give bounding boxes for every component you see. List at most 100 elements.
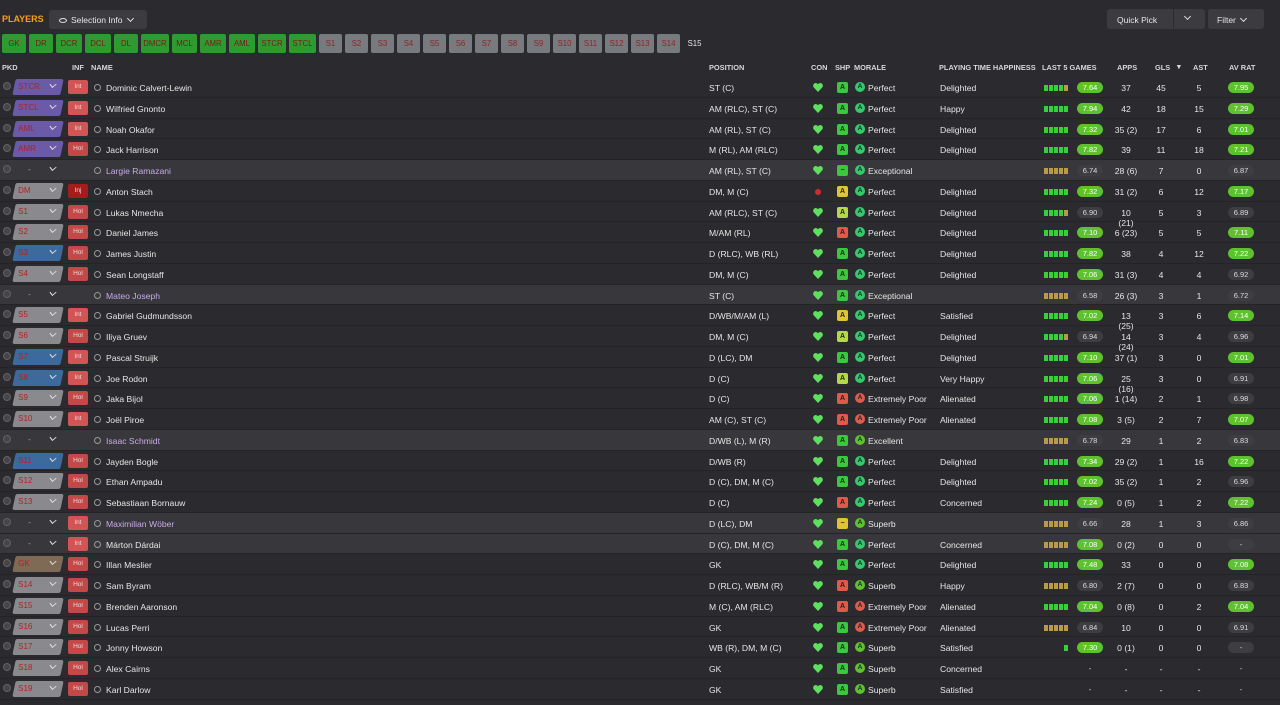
- tab-s15[interactable]: S15: [683, 34, 706, 53]
- pick-toggle[interactable]: [3, 123, 11, 132]
- pick-toggle[interactable]: [3, 663, 11, 671]
- pick-toggle[interactable]: [3, 331, 11, 339]
- selection-slot-dropdown[interactable]: -: [12, 536, 63, 552]
- table-row[interactable]: - Isaac Schmidt D/WB (L), M (R) A A Excellent…: [0, 429, 1280, 451]
- pick-toggle[interactable]: [3, 497, 11, 505]
- table-row[interactable]: S16 Hol Lucas Perri GK A A Extremely Poor Alien…: [0, 617, 1280, 638]
- selection-slot-dropdown[interactable]: S1: [12, 203, 64, 220]
- tab-dmcr[interactable]: DMCR: [141, 34, 169, 53]
- player-name[interactable]: Márton Dárdai: [106, 540, 160, 550]
- selection-slot-dropdown[interactable]: S13: [12, 494, 64, 510]
- tab-s4[interactable]: S4: [397, 34, 420, 53]
- col-inf[interactable]: INF: [72, 63, 84, 72]
- pick-toggle[interactable]: [3, 434, 11, 443]
- player-name[interactable]: Maximilian Wöber: [106, 519, 174, 529]
- filter-button[interactable]: Filter: [1208, 9, 1264, 29]
- tab-dr[interactable]: DR: [29, 34, 53, 53]
- selection-slot-dropdown[interactable]: S11: [12, 452, 64, 469]
- col-playing-time[interactable]: PLAYING TIME HAPPINESS: [939, 63, 1036, 72]
- table-row[interactable]: STCR Int Dominic Calvert-Lewin ST (C) A A Perf…: [0, 77, 1280, 98]
- info-badge[interactable]: Hol: [68, 681, 88, 696]
- col-pkd[interactable]: PKD: [2, 63, 18, 72]
- table-row[interactable]: - Int Maximilian Wöber D (LC), DM − A Superb 6.…: [0, 512, 1280, 534]
- table-row[interactable]: DM Inj Anton Stach DM, M (C) A A Perfect Deligh…: [0, 181, 1280, 202]
- selection-slot-dropdown[interactable]: S3: [12, 245, 64, 261]
- table-row[interactable]: S14 Hol Sam Byram D (RLC), WB/M (R) A A Superb…: [0, 575, 1280, 596]
- selection-slot-dropdown[interactable]: STCR: [12, 79, 64, 95]
- player-name[interactable]: Joël Piroe: [106, 415, 144, 425]
- pick-toggle[interactable]: [3, 206, 11, 215]
- pick-toggle[interactable]: [3, 538, 11, 547]
- quick-pick-button[interactable]: Quick Pick: [1107, 9, 1205, 29]
- table-row[interactable]: S11 Hol Jayden Bogle D/WB (R) A A Perfect Delig…: [0, 451, 1280, 472]
- pick-toggle[interactable]: [3, 310, 11, 319]
- selection-slot-dropdown[interactable]: S18: [12, 660, 64, 676]
- table-row[interactable]: S8 Int Joe Rodon D (C) A A Perfect Very Happy 7.…: [0, 368, 1280, 394]
- table-row[interactable]: AMR Hol Jack Harrison M (RL), AM (RLC) A A Per…: [0, 139, 1280, 160]
- tab-s14[interactable]: S14: [657, 34, 680, 53]
- player-name[interactable]: Karl Darlow: [106, 685, 150, 695]
- table-row[interactable]: STCL Int Wilfried Gnonto AM (RLC), ST (C) A A…: [0, 98, 1280, 119]
- info-badge[interactable]: Hol: [68, 246, 88, 260]
- tab-s5[interactable]: S5: [423, 34, 446, 53]
- pick-toggle[interactable]: [3, 621, 11, 630]
- table-row[interactable]: S4 Hol Sean Longstaff DM, M (C) A A Perfect Del…: [0, 264, 1280, 285]
- tab-s6[interactable]: S6: [449, 34, 472, 53]
- info-badge[interactable]: Hol: [68, 266, 88, 281]
- selection-slot-dropdown[interactable]: S2: [12, 224, 64, 241]
- info-badge[interactable]: Hol: [68, 619, 88, 634]
- selection-slot-dropdown[interactable]: STCL: [12, 99, 64, 116]
- selection-slot-dropdown[interactable]: S7: [12, 348, 64, 365]
- info-badge[interactable]: Hol: [68, 661, 88, 675]
- col-morale[interactable]: MORALE: [854, 63, 886, 72]
- chevron-down-icon[interactable]: [1183, 12, 1192, 21]
- table-row[interactable]: - Largie Ramazani AM (RL), ST (C) − A Excepti…: [0, 160, 1280, 181]
- pick-toggle[interactable]: [3, 82, 11, 90]
- tab-stcr[interactable]: STCR: [258, 34, 286, 53]
- col-ast[interactable]: AST: [1193, 63, 1208, 72]
- selection-slot-dropdown[interactable]: DM: [12, 182, 64, 199]
- info-badge[interactable]: Hol: [68, 495, 88, 509]
- player-name[interactable]: Jayden Bogle: [106, 457, 158, 467]
- pick-toggle[interactable]: [3, 102, 11, 111]
- selection-slot-dropdown[interactable]: S12: [12, 473, 64, 490]
- pick-toggle[interactable]: [3, 683, 11, 692]
- selection-info-button[interactable]: Selection Info: [49, 10, 147, 29]
- pick-toggle[interactable]: [3, 289, 11, 298]
- tab-s1[interactable]: S1: [319, 34, 342, 53]
- col-gls[interactable]: GLS: [1155, 63, 1170, 72]
- pick-toggle[interactable]: [3, 144, 11, 153]
- table-row[interactable]: S7 Int Pascal Struijk D (LC), DM A A Perfect De…: [0, 347, 1280, 368]
- player-name[interactable]: Wilfried Gnonto: [106, 104, 165, 114]
- info-badge[interactable]: Hol: [68, 204, 88, 219]
- info-badge[interactable]: Hol: [68, 391, 88, 406]
- player-name[interactable]: Illan Meslier: [106, 560, 152, 570]
- pick-toggle[interactable]: [3, 642, 11, 651]
- selection-slot-dropdown[interactable]: -: [12, 162, 63, 178]
- selection-slot-dropdown[interactable]: S8: [12, 369, 64, 386]
- info-badge[interactable]: Hol: [68, 453, 88, 468]
- selection-slot-dropdown[interactable]: GK: [12, 556, 64, 573]
- tab-s9[interactable]: S9: [527, 34, 550, 53]
- player-name[interactable]: Gabriel Gudmundsson: [106, 311, 192, 321]
- selection-slot-dropdown[interactable]: -: [12, 287, 63, 303]
- selection-slot-dropdown[interactable]: -: [12, 515, 63, 531]
- info-badge[interactable]: Int: [68, 308, 88, 323]
- tab-s3[interactable]: S3: [371, 34, 394, 53]
- pick-toggle[interactable]: [3, 165, 11, 173]
- tab-dcl[interactable]: DCL: [85, 34, 111, 53]
- player-name[interactable]: Anton Stach: [106, 187, 153, 197]
- tab-s10[interactable]: S10: [553, 34, 576, 53]
- tab-dl[interactable]: DL: [114, 34, 138, 53]
- tab-mcl[interactable]: MCL: [172, 34, 197, 53]
- player-name[interactable]: Isaac Schmidt: [106, 436, 160, 446]
- table-row[interactable]: AML Int Noah Okafor AM (RL), ST (C) A A Perfec…: [0, 119, 1280, 140]
- info-badge[interactable]: Hol: [68, 474, 88, 489]
- player-name[interactable]: Jonny Howson: [106, 643, 162, 653]
- table-row[interactable]: - Mateo Joseph ST (C) A A Exceptional 6.58 26 (…: [0, 284, 1280, 306]
- player-name[interactable]: Iliya Gruev: [106, 332, 147, 342]
- selection-slot-dropdown[interactable]: S16: [12, 618, 64, 635]
- player-name[interactable]: Jack Harrison: [106, 145, 159, 155]
- tab-aml[interactable]: AML: [229, 34, 255, 53]
- table-row[interactable]: GK Hol Illan Meslier GK A A Perfect Delighted 7.…: [0, 554, 1280, 575]
